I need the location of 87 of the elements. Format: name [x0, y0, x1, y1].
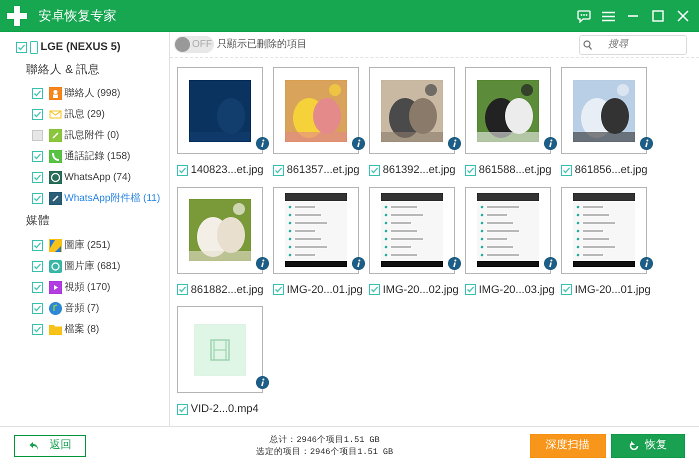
- app-logo-icon: [6, 5, 28, 27]
- file-name: IMG-20...03.jpg: [478, 282, 555, 298]
- checkbox[interactable]: [32, 240, 43, 250]
- checkbox[interactable]: [177, 284, 188, 296]
- refresh-icon: [629, 440, 640, 450]
- file-thumbnail[interactable]: [561, 186, 647, 274]
- section-heading: 聯絡人 & 訊息: [25, 62, 102, 78]
- info-icon[interactable]: [256, 376, 269, 389]
- info-icon[interactable]: [352, 256, 365, 270]
- file-name: IMG-20...01.jpg: [574, 282, 651, 298]
- file-thumbnail[interactable]: [177, 67, 263, 154]
- checkbox[interactable]: [16, 42, 27, 52]
- back-arrow-icon: [28, 440, 38, 450]
- file-name: 861357...et.jpg: [286, 163, 360, 178]
- checkbox[interactable]: [177, 164, 188, 176]
- category-item[interactable]: 圖片庫 (681): [64, 258, 120, 274]
- file-thumbnail[interactable]: [177, 186, 263, 274]
- file-thumbnail[interactable]: [465, 67, 551, 154]
- category-item[interactable]: 訊息附件 (0): [64, 128, 120, 144]
- checkbox[interactable]: [32, 109, 43, 120]
- category-item[interactable]: 通話記錄 (158): [64, 149, 130, 164]
- file-name: IMG-20...02.jpg: [382, 282, 459, 298]
- checkbox[interactable]: [465, 284, 476, 296]
- back-button[interactable]: 返回: [14, 434, 86, 456]
- file-thumbnail[interactable]: [273, 186, 359, 274]
- checkbox[interactable]: [32, 88, 43, 100]
- file-name: 861882...et.jpg: [190, 282, 264, 298]
- checkbox[interactable]: [273, 284, 284, 296]
- checkbox[interactable]: [369, 164, 380, 176]
- section-heading: 媒體: [25, 214, 51, 230]
- info-icon[interactable]: [448, 137, 461, 150]
- file-name: 861856...et.jpg: [574, 163, 648, 178]
- checkbox[interactable]: [561, 164, 572, 176]
- file-thumbnail[interactable]: [561, 67, 647, 154]
- checkbox[interactable]: [369, 284, 380, 296]
- folder-icon: [48, 322, 62, 336]
- category-item[interactable]: 聯絡人 (998): [64, 86, 120, 102]
- video-icon: [48, 280, 62, 294]
- file-thumbnail[interactable]: [369, 186, 455, 274]
- category-item[interactable]: 視頻 (170): [64, 280, 110, 294]
- checkbox[interactable]: [32, 324, 43, 334]
- window-title: 安卓恢复专家: [38, 7, 116, 26]
- filter-label: 只顯示已刪除的項目: [216, 38, 307, 52]
- category-item[interactable]: 圖庫 (251): [64, 238, 110, 252]
- file-thumbnail[interactable]: [465, 186, 551, 274]
- category-item[interactable]: WhatsApp (74): [64, 170, 131, 186]
- info-icon[interactable]: [352, 137, 365, 150]
- selected-summary: 选定的项目：2946个项目1.51 GB: [256, 446, 394, 458]
- checkbox[interactable]: [32, 130, 43, 142]
- checkbox[interactable]: [32, 260, 43, 272]
- info-icon[interactable]: [544, 137, 557, 150]
- info-icon[interactable]: [448, 256, 461, 270]
- file-thumbnail[interactable]: [177, 306, 263, 393]
- device-label: LGE (NEXUS 5): [40, 40, 121, 55]
- phone-device-icon: [30, 40, 38, 54]
- file-name: 861588...et.jpg: [478, 163, 552, 178]
- checkbox[interactable]: [177, 404, 188, 415]
- phone-icon: [48, 150, 62, 164]
- info-icon[interactable]: [640, 137, 653, 150]
- total-summary: 总计：2946个项目1.51 GB: [268, 434, 381, 446]
- file-thumbnail[interactable]: [369, 67, 455, 154]
- checkbox[interactable]: [32, 151, 43, 162]
- checkbox[interactable]: [32, 172, 43, 184]
- file-name: 140823...et.jpg: [190, 163, 264, 178]
- contact-icon: [48, 87, 62, 100]
- file-name: 861392...et.jpg: [382, 163, 456, 178]
- checkbox[interactable]: [32, 193, 43, 204]
- checkbox[interactable]: [561, 284, 572, 296]
- info-icon[interactable]: [256, 137, 269, 150]
- file-name: IMG-20...01.jpg: [286, 282, 363, 298]
- envelope-icon: [48, 108, 62, 122]
- info-icon[interactable]: [640, 256, 653, 270]
- search-field[interactable]: 搜尋: [579, 34, 687, 54]
- category-item[interactable]: 訊息 (29): [64, 107, 105, 122]
- gallery-icon: [48, 238, 62, 252]
- category-item[interactable]: WhatsApp附件檔 (11): [64, 191, 160, 206]
- checkbox[interactable]: [32, 282, 43, 292]
- file-thumbnail[interactable]: [273, 67, 359, 154]
- checkbox[interactable]: [465, 164, 476, 176]
- checkbox[interactable]: [32, 302, 43, 314]
- info-icon[interactable]: [544, 256, 557, 270]
- file-name: VID-2...0.mp4: [190, 402, 259, 417]
- info-icon[interactable]: [256, 256, 269, 270]
- category-item[interactable]: 檔案 (8): [64, 322, 100, 336]
- film-icon: [194, 324, 246, 376]
- checkbox[interactable]: [273, 164, 284, 176]
- category-item[interactable]: 音頻 (7): [64, 300, 100, 316]
